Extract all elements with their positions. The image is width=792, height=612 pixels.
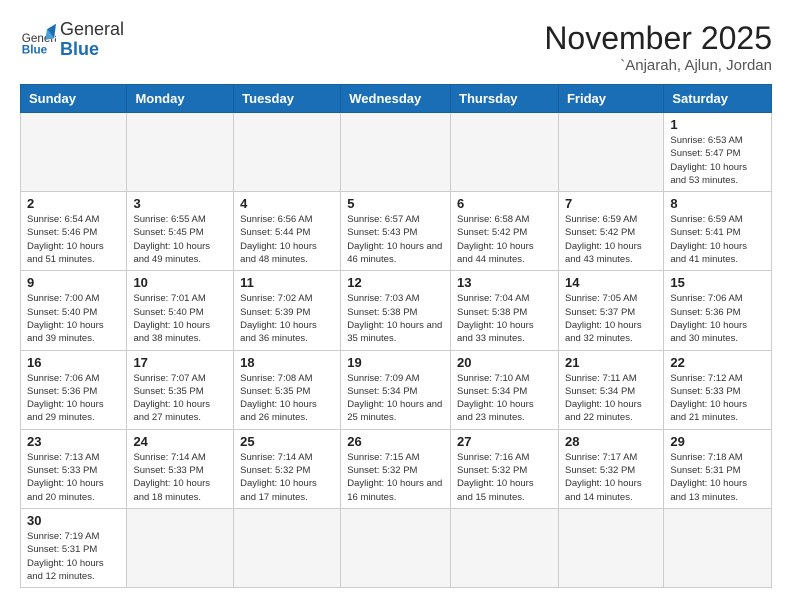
col-thursday: Thursday <box>451 85 559 113</box>
day-25: 25 Sunrise: 7:14 AMSunset: 5:32 PMDaylig… <box>234 429 341 508</box>
logo-icon: General Blue <box>20 22 56 58</box>
logo: General Blue General Blue <box>20 20 124 60</box>
day-10: 10 Sunrise: 7:01 AMSunset: 5:40 PMDaylig… <box>127 271 234 350</box>
logo-general: General <box>60 19 124 39</box>
day-2: 2 Sunrise: 6:54 AMSunset: 5:46 PMDayligh… <box>21 192 127 271</box>
empty-cell <box>664 508 772 587</box>
day-27: 27 Sunrise: 7:16 AMSunset: 5:32 PMDaylig… <box>451 429 559 508</box>
col-monday: Monday <box>127 85 234 113</box>
day-23: 23 Sunrise: 7:13 AMSunset: 5:33 PMDaylig… <box>21 429 127 508</box>
day-13: 13 Sunrise: 7:04 AMSunset: 5:38 PMDaylig… <box>451 271 559 350</box>
empty-cell <box>21 113 127 192</box>
col-friday: Friday <box>558 85 663 113</box>
calendar-table: Sunday Monday Tuesday Wednesday Thursday… <box>20 84 772 588</box>
day-14: 14 Sunrise: 7:05 AMSunset: 5:37 PMDaylig… <box>558 271 663 350</box>
empty-cell <box>451 113 559 192</box>
empty-cell <box>127 508 234 587</box>
empty-cell <box>341 508 451 587</box>
month-year: November 2025 <box>544 20 772 57</box>
empty-cell <box>234 508 341 587</box>
col-tuesday: Tuesday <box>234 85 341 113</box>
table-row: 1 Sunrise: 6:53 AMSunset: 5:47 PMDayligh… <box>21 113 772 192</box>
table-row: 16 Sunrise: 7:06 AMSunset: 5:36 PMDaylig… <box>21 350 772 429</box>
day-15: 15 Sunrise: 7:06 AMSunset: 5:36 PMDaylig… <box>664 271 772 350</box>
empty-cell <box>558 113 663 192</box>
empty-cell <box>451 508 559 587</box>
svg-text:Blue: Blue <box>22 43 48 56</box>
day-17: 17 Sunrise: 7:07 AMSunset: 5:35 PMDaylig… <box>127 350 234 429</box>
day-18: 18 Sunrise: 7:08 AMSunset: 5:35 PMDaylig… <box>234 350 341 429</box>
day-16: 16 Sunrise: 7:06 AMSunset: 5:36 PMDaylig… <box>21 350 127 429</box>
empty-cell <box>558 508 663 587</box>
day-22: 22 Sunrise: 7:12 AMSunset: 5:33 PMDaylig… <box>664 350 772 429</box>
col-saturday: Saturday <box>664 85 772 113</box>
day-30: 30 Sunrise: 7:19 AMSunset: 5:31 PMDaylig… <box>21 508 127 587</box>
day-28: 28 Sunrise: 7:17 AMSunset: 5:32 PMDaylig… <box>558 429 663 508</box>
col-wednesday: Wednesday <box>341 85 451 113</box>
empty-cell <box>127 113 234 192</box>
page-header: General Blue General Blue November 2025 … <box>20 20 772 74</box>
table-row: 30 Sunrise: 7:19 AMSunset: 5:31 PMDaylig… <box>21 508 772 587</box>
logo-blue: Blue <box>60 39 99 59</box>
table-row: 2 Sunrise: 6:54 AMSunset: 5:46 PMDayligh… <box>21 192 772 271</box>
day-19: 19 Sunrise: 7:09 AMSunset: 5:34 PMDaylig… <box>341 350 451 429</box>
table-row: 23 Sunrise: 7:13 AMSunset: 5:33 PMDaylig… <box>21 429 772 508</box>
title-block: November 2025 `Anjarah, Ajlun, Jordan <box>544 20 772 74</box>
day-9: 9 Sunrise: 7:00 AMSunset: 5:40 PMDayligh… <box>21 271 127 350</box>
day-3: 3 Sunrise: 6:55 AMSunset: 5:45 PMDayligh… <box>127 192 234 271</box>
day-12: 12 Sunrise: 7:03 AMSunset: 5:38 PMDaylig… <box>341 271 451 350</box>
day-26: 26 Sunrise: 7:15 AMSunset: 5:32 PMDaylig… <box>341 429 451 508</box>
day-1: 1 Sunrise: 6:53 AMSunset: 5:47 PMDayligh… <box>664 113 772 192</box>
day-7: 7 Sunrise: 6:59 AMSunset: 5:42 PMDayligh… <box>558 192 663 271</box>
day-24: 24 Sunrise: 7:14 AMSunset: 5:33 PMDaylig… <box>127 429 234 508</box>
day-21: 21 Sunrise: 7:11 AMSunset: 5:34 PMDaylig… <box>558 350 663 429</box>
day-20: 20 Sunrise: 7:10 AMSunset: 5:34 PMDaylig… <box>451 350 559 429</box>
day-8: 8 Sunrise: 6:59 AMSunset: 5:41 PMDayligh… <box>664 192 772 271</box>
location: `Anjarah, Ajlun, Jordan <box>544 57 772 74</box>
day-29: 29 Sunrise: 7:18 AMSunset: 5:31 PMDaylig… <box>664 429 772 508</box>
empty-cell <box>341 113 451 192</box>
day-4: 4 Sunrise: 6:56 AMSunset: 5:44 PMDayligh… <box>234 192 341 271</box>
day-5: 5 Sunrise: 6:57 AMSunset: 5:43 PMDayligh… <box>341 192 451 271</box>
col-sunday: Sunday <box>21 85 127 113</box>
table-row: 9 Sunrise: 7:00 AMSunset: 5:40 PMDayligh… <box>21 271 772 350</box>
empty-cell <box>234 113 341 192</box>
day-6: 6 Sunrise: 6:58 AMSunset: 5:42 PMDayligh… <box>451 192 559 271</box>
day-11: 11 Sunrise: 7:02 AMSunset: 5:39 PMDaylig… <box>234 271 341 350</box>
